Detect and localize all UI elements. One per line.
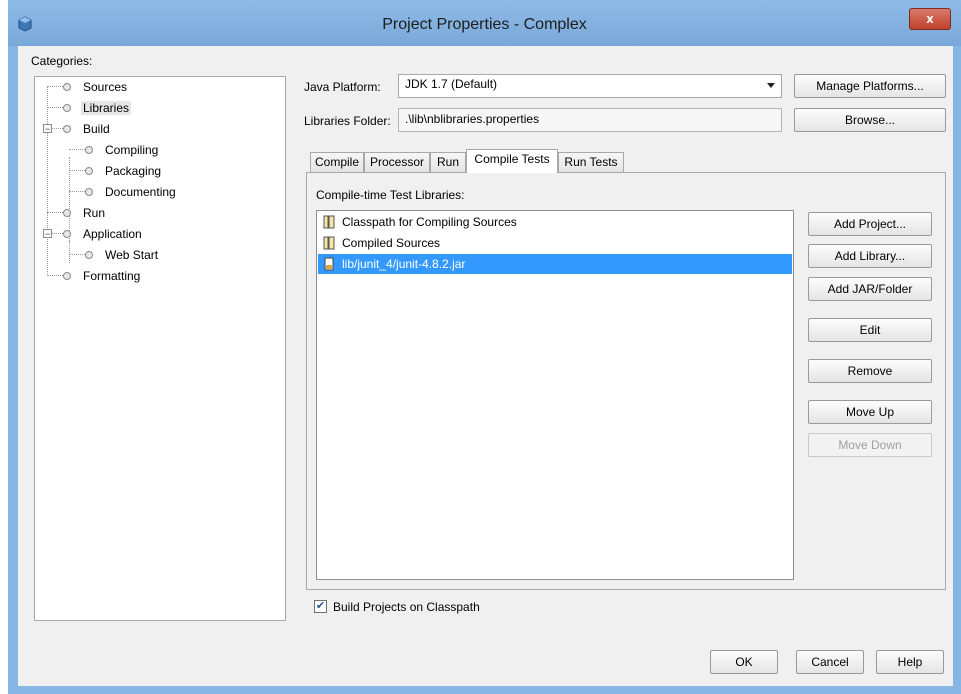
tree-line [47, 275, 63, 276]
list-item[interactable]: lib/junit_4/junit-4.8.2.jar [318, 254, 792, 274]
remove-button[interactable]: Remove [808, 359, 932, 383]
tree-item-application[interactable]: Application [63, 224, 144, 242]
node-bullet-icon [85, 187, 93, 196]
node-bullet-icon [85, 166, 93, 175]
tree-item-packaging[interactable]: Packaging [85, 161, 163, 179]
tree-item-compiling[interactable]: Compiling [85, 140, 160, 158]
java-platform-label: Java Platform: [304, 80, 381, 94]
build-projects-checkbox[interactable]: ✔ [314, 600, 327, 613]
libraries-folder-label: Libraries Folder: [304, 114, 391, 128]
node-bullet-icon [85, 145, 93, 154]
node-bullet-icon [85, 250, 93, 259]
tree-item-sources[interactable]: Sources [63, 77, 129, 95]
dialog-window: Project Properties - Complex x Categorie… [8, 0, 961, 694]
jar-icon [324, 257, 334, 271]
tree-line [69, 149, 85, 150]
tree-line [52, 128, 63, 129]
help-button[interactable]: Help [876, 650, 944, 674]
tree-item-libraries[interactable]: Libraries [63, 98, 132, 116]
add-project-button[interactable]: Add Project... [808, 212, 932, 236]
libraries-folder-field[interactable]: .\lib\nblibraries.properties [398, 108, 782, 132]
chevron-down-icon [767, 83, 775, 88]
categories-tree[interactable]: − − Sources Libraries Build Compiling Pa… [34, 76, 286, 621]
node-bullet-icon [63, 229, 71, 238]
library-icon [323, 215, 335, 229]
title-bar[interactable]: Project Properties - Complex x [8, 0, 961, 46]
tree-line [69, 191, 85, 192]
tree-item-formatting[interactable]: Formatting [63, 266, 142, 284]
tab-compile[interactable]: Compile [310, 152, 364, 172]
build-projects-label: Build Projects on Classpath [333, 600, 480, 614]
tree-line [69, 241, 70, 263]
test-libraries-list[interactable]: Classpath for Compiling Sources Compiled… [316, 210, 794, 580]
node-bullet-icon [63, 124, 71, 133]
library-icon [323, 236, 335, 250]
tree-item-run[interactable]: Run [63, 203, 107, 221]
add-jar-folder-button[interactable]: Add JAR/Folder [808, 277, 932, 301]
tree-item-build[interactable]: Build [63, 119, 112, 137]
list-item[interactable]: Compiled Sources [318, 233, 792, 253]
cancel-button[interactable]: Cancel [796, 650, 864, 674]
manage-platforms-button[interactable]: Manage Platforms... [794, 74, 946, 98]
move-up-button[interactable]: Move Up [808, 400, 932, 424]
dialog-content: Categories: − − Sources Libraries Build … [18, 46, 953, 686]
java-platform-value: JDK 1.7 (Default) [405, 77, 498, 91]
collapse-application-icon[interactable]: − [43, 229, 52, 239]
node-bullet-icon [63, 82, 71, 91]
add-library-button[interactable]: Add Library... [808, 244, 932, 268]
tree-line [47, 86, 48, 276]
edit-button[interactable]: Edit [808, 318, 932, 342]
tree-line [69, 254, 85, 255]
ok-button[interactable]: OK [710, 650, 778, 674]
test-libraries-label: Compile-time Test Libraries: [316, 188, 465, 202]
tab-run-tests[interactable]: Run Tests [558, 152, 624, 172]
tree-line [47, 86, 63, 87]
tab-compile-tests[interactable]: Compile Tests [466, 149, 558, 173]
tab-run[interactable]: Run [430, 152, 466, 172]
node-bullet-icon [63, 271, 71, 280]
tree-line [47, 107, 63, 108]
move-down-button[interactable]: Move Down [808, 433, 932, 457]
tree-line [47, 212, 63, 213]
tree-line [52, 233, 63, 234]
categories-label: Categories: [31, 54, 93, 68]
tab-processor[interactable]: Processor [364, 152, 430, 172]
list-item[interactable]: Classpath for Compiling Sources [318, 212, 792, 232]
java-platform-select[interactable]: JDK 1.7 (Default) [398, 74, 782, 98]
tree-line [69, 170, 85, 171]
tree-item-web-start[interactable]: Web Start [85, 245, 160, 263]
tree-item-documenting[interactable]: Documenting [85, 182, 178, 200]
node-bullet-icon [63, 208, 71, 217]
close-button[interactable]: x [909, 8, 951, 30]
node-bullet-icon [63, 103, 71, 112]
browse-button[interactable]: Browse... [794, 108, 946, 132]
window-title: Project Properties - Complex [382, 16, 587, 33]
collapse-build-icon[interactable]: − [43, 124, 52, 134]
